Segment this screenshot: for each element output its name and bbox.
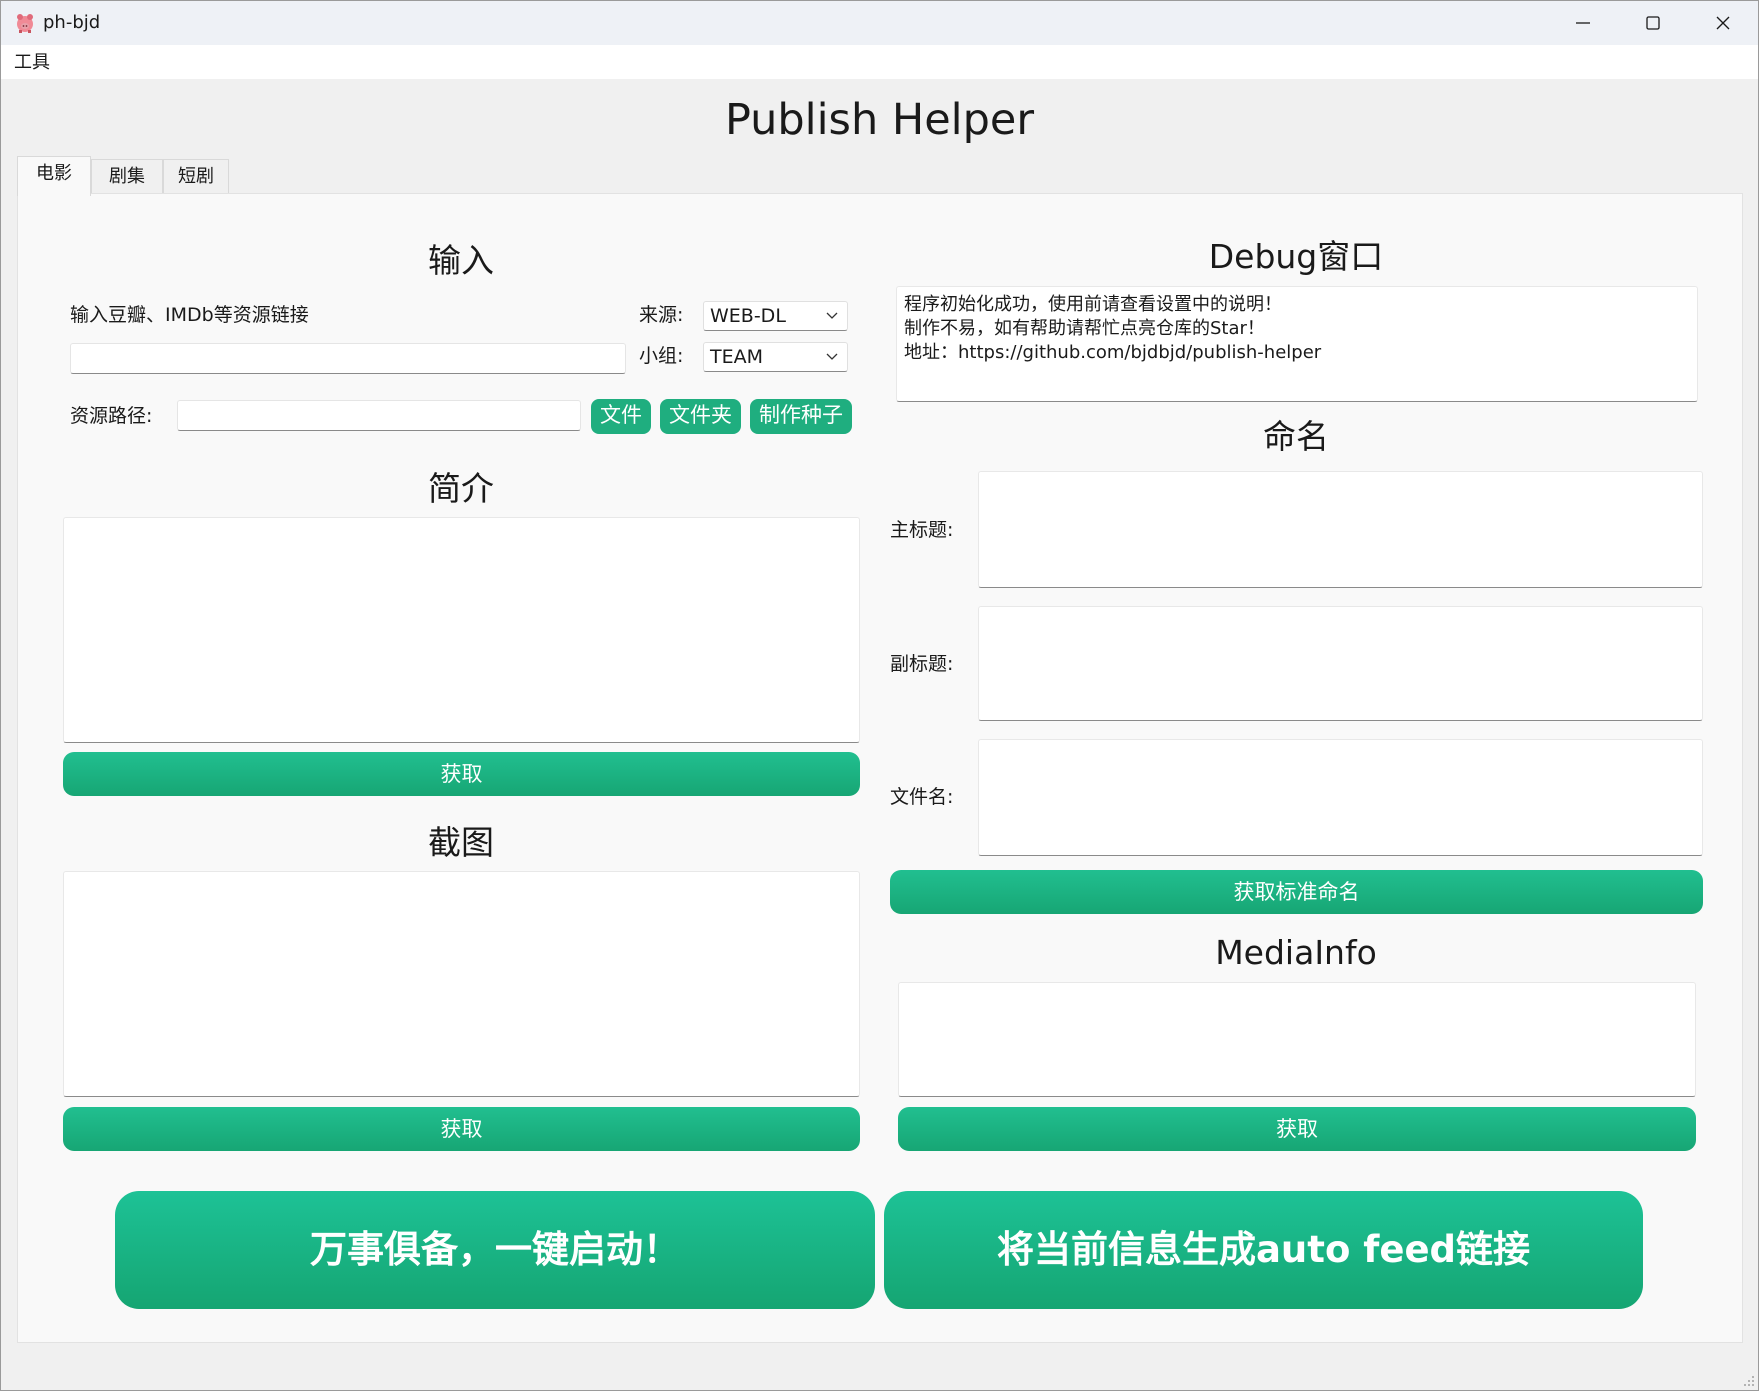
screenshot-section-title: 截图 [428,823,494,862]
path-label: 资源路径: [70,405,153,427]
make-torrent-button[interactable]: 制作种子 [750,399,852,434]
intro-fetch-button[interactable]: 获取 [63,752,860,796]
team-label: 小组: [639,345,684,367]
title-bar[interactable]: ph-bjd [1,1,1758,45]
mediainfo-section-title: MediaInfo [1215,933,1377,972]
mediainfo-fetch-button[interactable]: 获取 [898,1107,1696,1151]
chevron-down-icon [826,312,838,319]
tab-short-drama[interactable]: 短剧 [163,159,229,194]
team-select[interactable]: TEAM [703,342,848,372]
menu-bar: 工具 [1,45,1758,79]
debug-output[interactable]: 程序初始化成功，使用前请查看设置中的说明！ 制作不易，如有帮助请帮忙点亮仓库的S… [896,286,1698,402]
naming-section-title: 命名 [1263,417,1329,456]
minimize-icon [1576,22,1590,24]
minimize-button[interactable] [1548,1,1618,45]
close-icon [1716,16,1730,30]
app-window: ph-bjd 工具 Publish Helper 电影 剧集 短剧 输入 输入豆… [0,0,1759,1391]
team-select-value: TEAM [710,346,764,368]
maximize-button[interactable] [1618,1,1688,45]
link-label: 输入豆瓣、IMDb等资源链接 [70,304,309,326]
pig-icon [17,14,33,33]
main-title-textarea[interactable] [978,471,1703,588]
intro-section-title: 简介 [428,469,494,508]
filename-textarea[interactable] [978,739,1703,856]
maximize-icon [1646,16,1660,30]
auto-feed-link-button[interactable]: 将当前信息生成auto feed链接 [884,1191,1643,1309]
source-select[interactable]: WEB-DL [703,301,848,331]
menu-tools[interactable]: 工具 [14,51,50,75]
intro-textarea[interactable] [63,517,860,743]
screenshot-textarea[interactable] [63,871,860,1097]
resize-grip-icon[interactable] [1743,1375,1755,1387]
tab-movie[interactable]: 电影 [17,156,91,196]
source-label: 来源: [639,304,684,326]
screenshot-fetch-button[interactable]: 获取 [63,1107,860,1151]
close-button[interactable] [1688,1,1758,45]
one-click-start-button[interactable]: 万事俱备，一键启动！ [115,1191,875,1309]
debug-section-title: Debug窗口 [1208,237,1384,276]
subtitle-label: 副标题: [890,653,954,675]
window-title: ph-bjd [43,12,101,33]
subtitle-textarea[interactable] [978,606,1703,721]
standard-naming-button[interactable]: 获取标准命名 [890,870,1703,914]
input-section-title: 输入 [428,241,494,280]
path-input[interactable] [177,400,581,431]
main-title-label: 主标题: [890,519,954,541]
mediainfo-textarea[interactable] [898,982,1696,1097]
file-button[interactable]: 文件 [591,399,651,434]
folder-button[interactable]: 文件夹 [660,399,741,434]
tab-series[interactable]: 剧集 [91,159,163,194]
chevron-down-icon [826,353,838,360]
link-input[interactable] [70,343,626,374]
source-select-value: WEB-DL [710,305,786,327]
app-heading: Publish Helper [724,95,1035,145]
filename-label: 文件名: [890,786,954,808]
